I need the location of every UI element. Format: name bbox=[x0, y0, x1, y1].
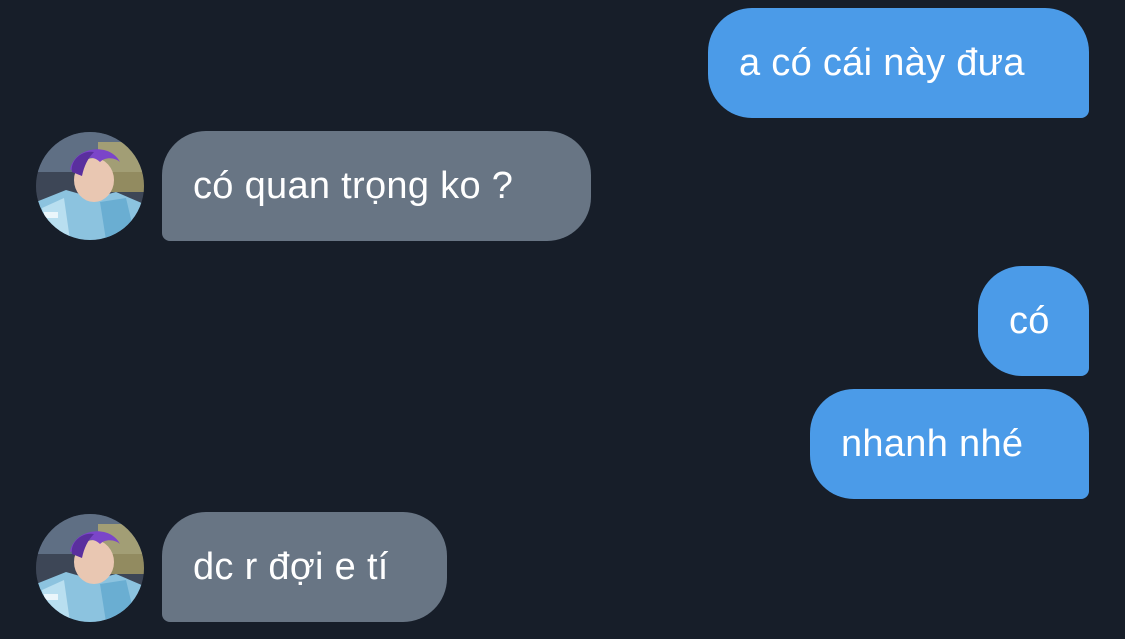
message-text: a có cái này đưa bbox=[739, 41, 1025, 84]
message-text: có bbox=[1009, 299, 1050, 342]
sent-message-bubble[interactable]: có bbox=[978, 266, 1089, 376]
received-message-bubble[interactable]: dc r đợi e tí bbox=[162, 512, 447, 622]
message-text: có quan trọng ko ? bbox=[193, 164, 514, 207]
contact-avatar[interactable] bbox=[36, 132, 144, 240]
avatar-photo-icon bbox=[36, 132, 144, 240]
message-text: dc r đợi e tí bbox=[193, 545, 389, 588]
sent-message-bubble[interactable]: nhanh nhé bbox=[810, 389, 1089, 499]
message-text: nhanh nhé bbox=[841, 422, 1024, 465]
avatar-photo-icon bbox=[36, 514, 144, 622]
received-message-bubble[interactable]: có quan trọng ko ? bbox=[162, 131, 591, 241]
contact-avatar[interactable] bbox=[36, 514, 144, 622]
sent-message-bubble[interactable]: a có cái này đưa bbox=[708, 8, 1089, 118]
